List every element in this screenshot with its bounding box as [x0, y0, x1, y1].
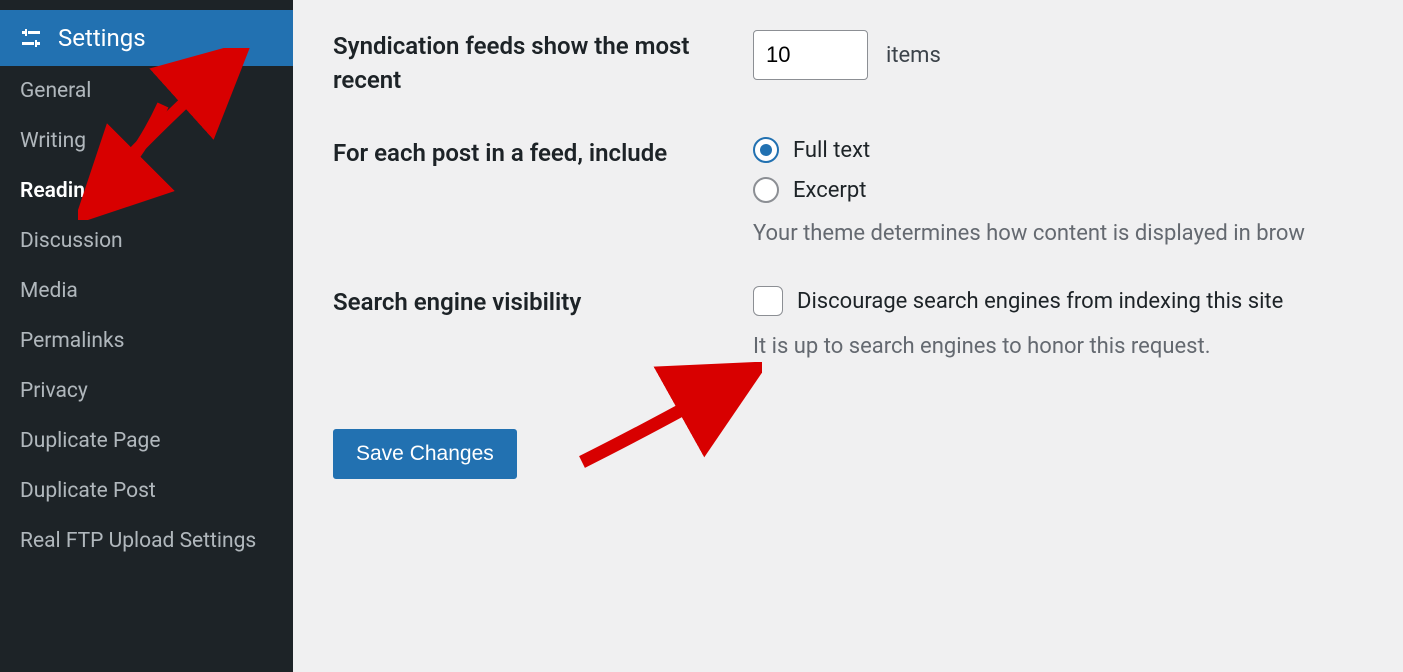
admin-sidebar: Settings GeneralWritingReadingDiscussion… [0, 0, 293, 672]
sidebar-item-duplicate-post[interactable]: Duplicate Post [0, 466, 293, 516]
sidebar-item-discussion[interactable]: Discussion [0, 216, 293, 266]
sidebar-item-media[interactable]: Media [0, 266, 293, 316]
syndication-unit: items [886, 43, 941, 68]
settings-content: Syndication feeds show the most recent i… [293, 0, 1403, 672]
setting-label: Search engine visibility [333, 286, 753, 320]
setting-feed-include: For each post in a feed, include Full te… [333, 137, 1403, 246]
search-visibility-checkbox-label: Discourage search engines from indexing … [797, 289, 1283, 314]
sidebar-item-writing[interactable]: Writing [0, 116, 293, 166]
feed-option-full-text[interactable]: Full text [753, 137, 1403, 163]
search-visibility-checkbox-row[interactable]: Discourage search engines from indexing … [753, 286, 1403, 316]
sidebar-item-reading[interactable]: Reading [0, 166, 293, 216]
sidebar-item-permalinks[interactable]: Permalinks [0, 316, 293, 366]
save-changes-button[interactable]: Save Changes [333, 429, 517, 479]
radio-icon[interactable] [753, 177, 779, 203]
sidebar-item-general[interactable]: General [0, 66, 293, 116]
sidebar-header-label: Settings [58, 24, 146, 52]
search-visibility-checkbox[interactable] [753, 286, 783, 316]
syndication-count-input[interactable] [753, 30, 868, 80]
sidebar-item-duplicate-page[interactable]: Duplicate Page [0, 416, 293, 466]
sidebar-item-real-ftp-upload-settings[interactable]: Real FTP Upload Settings [0, 516, 293, 566]
sidebar-header-settings[interactable]: Settings [0, 10, 293, 66]
sidebar-item-privacy[interactable]: Privacy [0, 366, 293, 416]
setting-label: For each post in a feed, include [333, 137, 753, 171]
settings-sliders-icon [18, 25, 44, 51]
feed-include-description: Your theme determines how content is dis… [753, 221, 1403, 246]
setting-label: Syndication feeds show the most recent [333, 30, 753, 97]
radio-label: Excerpt [793, 178, 866, 203]
setting-syndication-feeds: Syndication feeds show the most recent i… [333, 30, 1403, 97]
radio-label: Full text [793, 138, 870, 163]
radio-icon[interactable] [753, 137, 779, 163]
feed-option-excerpt[interactable]: Excerpt [753, 177, 1403, 203]
setting-search-visibility: Search engine visibility Discourage sear… [333, 286, 1403, 359]
search-visibility-description: It is up to search engines to honor this… [753, 334, 1403, 359]
